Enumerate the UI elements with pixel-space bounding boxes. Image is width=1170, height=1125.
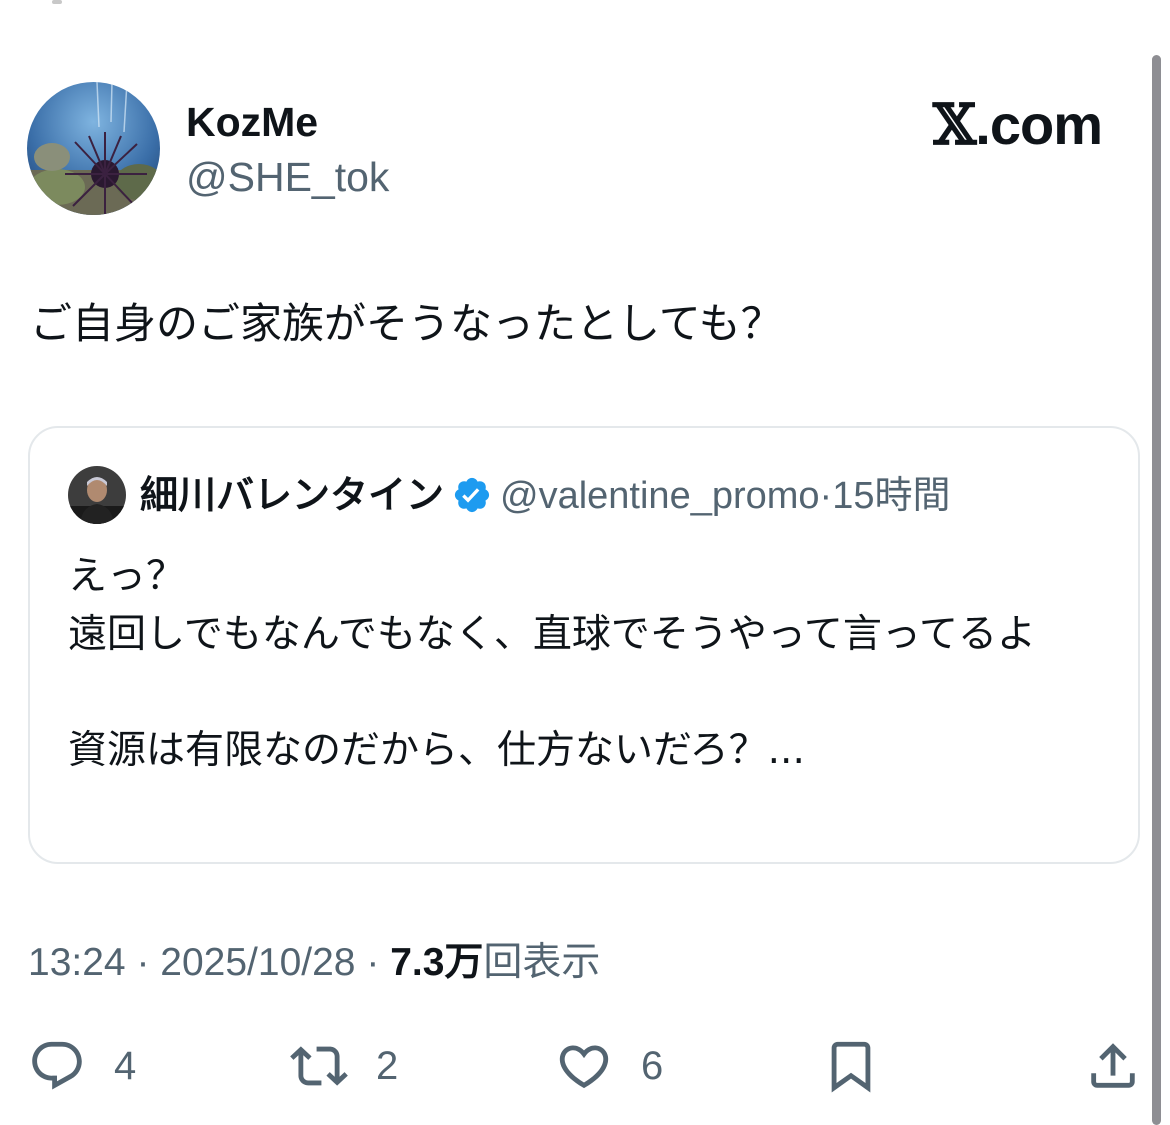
status-mark [52, 0, 62, 4]
share-button[interactable] [1084, 1036, 1142, 1096]
repost-button[interactable]: 2 [290, 1036, 398, 1096]
author-avatar[interactable] [27, 82, 160, 215]
quoted-timestamp[interactable]: 15時間 [832, 475, 950, 517]
quoted-tweet-text: えっ？ 遠回しでもなんでもなく、直球でそうやって言ってるよ 資源は有限なのだから… [68, 554, 1036, 773]
repost-icon [290, 1046, 348, 1086]
tweet-metadata: 13:24 · 2025/10/28 · 7.3万回表示 [28, 940, 600, 986]
views-label: 回表示 [483, 940, 601, 985]
like-icon [559, 1045, 609, 1089]
quoted-separator: · [819, 475, 833, 517]
repost-count: 2 [376, 1043, 399, 1088]
reply-button[interactable]: 4 [28, 1036, 136, 1096]
meta-separator: · [366, 941, 380, 984]
x-logo-icon: 𝕏 [932, 92, 976, 158]
bookmark-button[interactable] [822, 1036, 880, 1096]
like-button[interactable]: 6 [555, 1036, 663, 1096]
meta-separator: · [136, 941, 150, 984]
quoted-tweet-header: 細川バレンタイン @valentine_promo·15時間 [140, 474, 950, 517]
reply-count: 4 [114, 1043, 137, 1088]
brand-domain: .com [975, 93, 1103, 156]
reply-icon [32, 1041, 82, 1090]
quoted-author-avatar[interactable] [68, 466, 126, 524]
share-icon [1091, 1043, 1135, 1088]
views-count: 7.3万 [390, 941, 484, 984]
bookmark-icon [831, 1041, 871, 1093]
quoted-author-handle[interactable]: @valentine_promo [500, 475, 820, 517]
scrollbar[interactable] [1152, 55, 1161, 1125]
x-com-logo: 𝕏.com [932, 92, 1103, 158]
verified-badge-icon [454, 477, 490, 513]
author-display-name[interactable]: KozMe [186, 100, 318, 144]
author-handle[interactable]: @SHE_tok [186, 155, 389, 199]
like-count: 6 [641, 1043, 664, 1088]
quoted-author-name[interactable]: 細川バレンタイン [140, 473, 444, 517]
tweet-text: ご自身のご家族がそうなったとしても？ [30, 299, 783, 348]
tweet-date[interactable]: 2025/10/28 [160, 941, 355, 984]
tweet-time[interactable]: 13:24 [28, 941, 126, 984]
quoted-tweet-card[interactable]: 細川バレンタイン @valentine_promo·15時間 えっ？ 遠回しでもな… [28, 426, 1140, 864]
